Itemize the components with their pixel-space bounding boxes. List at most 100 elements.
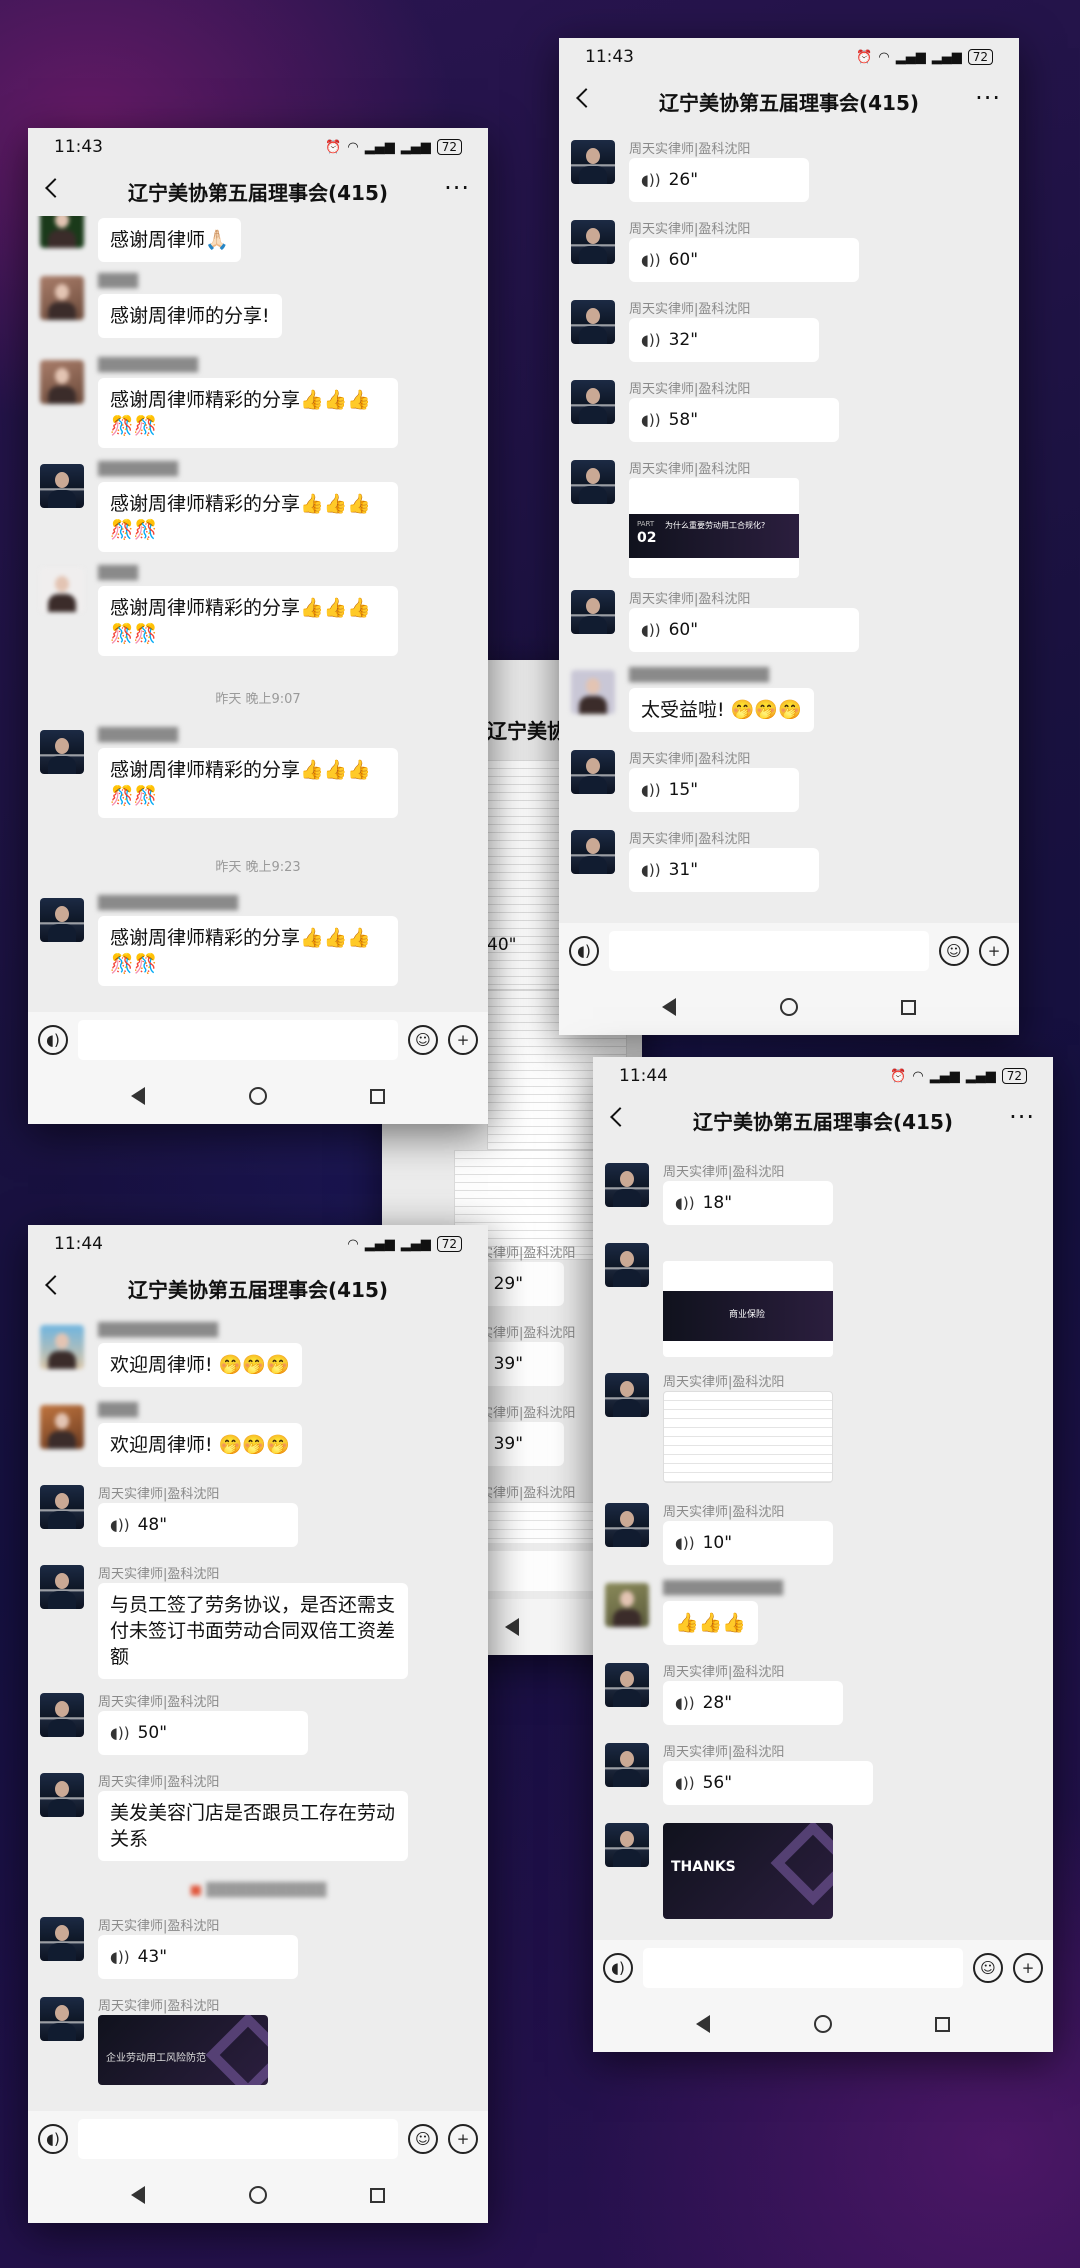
avatar[interactable] [40,1405,84,1449]
text-bubble[interactable]: 美发美容门店是否跟员工存在劳动关系 [98,1791,408,1861]
text-bubble[interactable]: 👍👍👍 [663,1601,758,1645]
emoji-icon[interactable]: ☺ [408,2124,438,2154]
avatar[interactable] [571,590,615,634]
voice-bubble[interactable]: ◖)) 26" [629,158,809,202]
recents-nav-icon[interactable] [369,1088,385,1104]
avatar[interactable] [571,750,615,794]
back-nav-icon[interactable] [505,1618,519,1636]
avatar[interactable] [40,1773,84,1817]
recents-nav-icon[interactable] [369,2187,385,2203]
emoji-icon[interactable]: ☺ [939,936,969,966]
voice-bubble[interactable]: ◖)) 10" [663,1521,833,1565]
avatar[interactable] [571,220,615,264]
avatar[interactable] [605,1583,649,1627]
more-icon[interactable]: ··· [1009,1103,1035,1131]
avatar[interactable] [571,670,615,714]
text-bubble[interactable]: 欢迎周律师! 🤭🤭🤭 [98,1423,302,1467]
text-bubble[interactable]: 与员工签了劳务协议，是否还需支付未签订书面劳动合同双倍工资差额 [98,1583,408,1679]
voice-bubble[interactable]: ◖)) 50" [98,1711,308,1755]
avatar[interactable] [571,300,615,344]
emoji-icon[interactable]: ☺ [408,1025,438,1055]
back-arrow-icon[interactable] [45,178,65,198]
avatar[interactable] [40,1917,84,1961]
voice-bubble[interactable]: ◖)) 32" [629,318,819,362]
text-bubble[interactable]: 感谢周律师精彩的分享👍👍👍🎊🎊 [98,378,398,448]
back-nav-icon[interactable] [131,2186,146,2204]
avatar[interactable] [605,1663,649,1707]
message-input[interactable] [609,931,929,971]
avatar[interactable] [40,1997,84,2041]
voice-bubble[interactable]: ◖)) 56" [663,1761,873,1805]
avatar[interactable] [571,460,615,504]
avatar[interactable] [605,1823,649,1867]
text-bubble[interactable]: 欢迎周律师! 🤭🤭🤭 [98,1343,302,1387]
avatar[interactable] [40,1565,84,1609]
more-icon[interactable]: ··· [444,174,470,202]
avatar[interactable] [40,730,84,774]
voice-bubble[interactable]: ◖)) 60" [629,238,859,282]
home-nav-icon[interactable] [779,998,798,1016]
avatar[interactable] [605,1373,649,1417]
voice-bubble[interactable]: ◖)) 31" [629,848,819,892]
plus-icon[interactable]: + [979,936,1009,966]
voice-input-icon[interactable]: ◖) [569,936,599,966]
text-bubble[interactable]: 太受益啦! 🤭🤭🤭 [629,688,814,732]
avatar[interactable] [571,380,615,424]
avatar[interactable] [40,568,84,612]
plus-icon[interactable]: + [1013,1953,1043,1983]
avatar[interactable] [40,1325,84,1369]
plus-icon[interactable]: + [448,2124,478,2154]
text-bubble[interactable]: 感谢周律师🙏🏻 [98,218,241,262]
avatar[interactable] [40,898,84,942]
slide-thumbnail[interactable]: THANKS [663,1823,833,1919]
back-nav-icon[interactable] [662,998,677,1016]
back-arrow-icon[interactable] [576,88,596,108]
avatar[interactable] [571,830,615,874]
voice-bubble[interactable]: ◖)) 43" [98,1935,298,1979]
back-nav-icon[interactable] [696,2015,711,2033]
avatar[interactable] [40,360,84,404]
avatar[interactable] [40,464,84,508]
voice-input-icon[interactable]: ◖) [38,2124,68,2154]
avatar[interactable] [605,1163,649,1207]
home-nav-icon[interactable] [248,1087,267,1105]
back-arrow-icon[interactable] [45,1275,65,1295]
voice-input-icon[interactable]: ◖) [603,1953,633,1983]
back-nav-icon[interactable] [131,1087,146,1105]
voice-bubble[interactable]: ◖)) 60" [629,608,859,652]
avatar[interactable] [40,1485,84,1529]
avatar[interactable] [40,216,84,248]
avatar[interactable] [571,140,615,184]
home-nav-icon[interactable] [248,2186,267,2204]
recents-nav-icon[interactable] [934,2016,950,2032]
slide-thumbnail[interactable]: PART 02 为什么重要劳动用工合规化? [629,478,799,578]
slide-thumbnail[interactable]: 企业劳动用工风险防范 [98,2015,268,2085]
voice-bubble[interactable]: ◖)) 58" [629,398,839,442]
text-bubble[interactable]: 感谢周律师精彩的分享👍👍👍🎊🎊 [98,748,398,818]
more-icon[interactable]: ··· [975,84,1001,112]
back-arrow-icon[interactable] [610,1107,630,1127]
avatar[interactable] [605,1743,649,1787]
recents-nav-icon[interactable] [900,999,916,1015]
home-nav-icon[interactable] [813,2015,832,2033]
doc-thumbnail[interactable] [663,1391,833,1483]
slide-thumbnail[interactable]: 商业保险 [663,1261,833,1357]
text-bubble[interactable]: 感谢周律师的分享! [98,294,282,338]
message-input[interactable] [643,1948,963,1988]
voice-bubble[interactable]: ◖)) 15" [629,768,799,812]
message-input[interactable] [78,1020,398,1060]
voice-bubble[interactable]: ◖)) 28" [663,1681,843,1725]
avatar[interactable] [605,1243,649,1287]
avatar[interactable] [605,1503,649,1547]
voice-bubble[interactable]: ◖)) 48" [98,1503,298,1547]
voice-bubble[interactable]: ◖)) 18" [663,1181,833,1225]
emoji-icon[interactable]: ☺ [973,1953,1003,1983]
message-input[interactable] [78,2119,398,2159]
avatar[interactable] [40,276,84,320]
avatar[interactable] [40,1693,84,1737]
text-bubble[interactable]: 感谢周律师精彩的分享👍👍👍🎊🎊 [98,586,398,656]
voice-input-icon[interactable]: ◖) [38,1025,68,1055]
plus-icon[interactable]: + [448,1025,478,1055]
text-bubble[interactable]: 感谢周律师精彩的分享👍👍👍🎊🎊 [98,916,398,986]
text-bubble[interactable]: 感谢周律师精彩的分享👍👍👍🎊🎊 [98,482,398,552]
